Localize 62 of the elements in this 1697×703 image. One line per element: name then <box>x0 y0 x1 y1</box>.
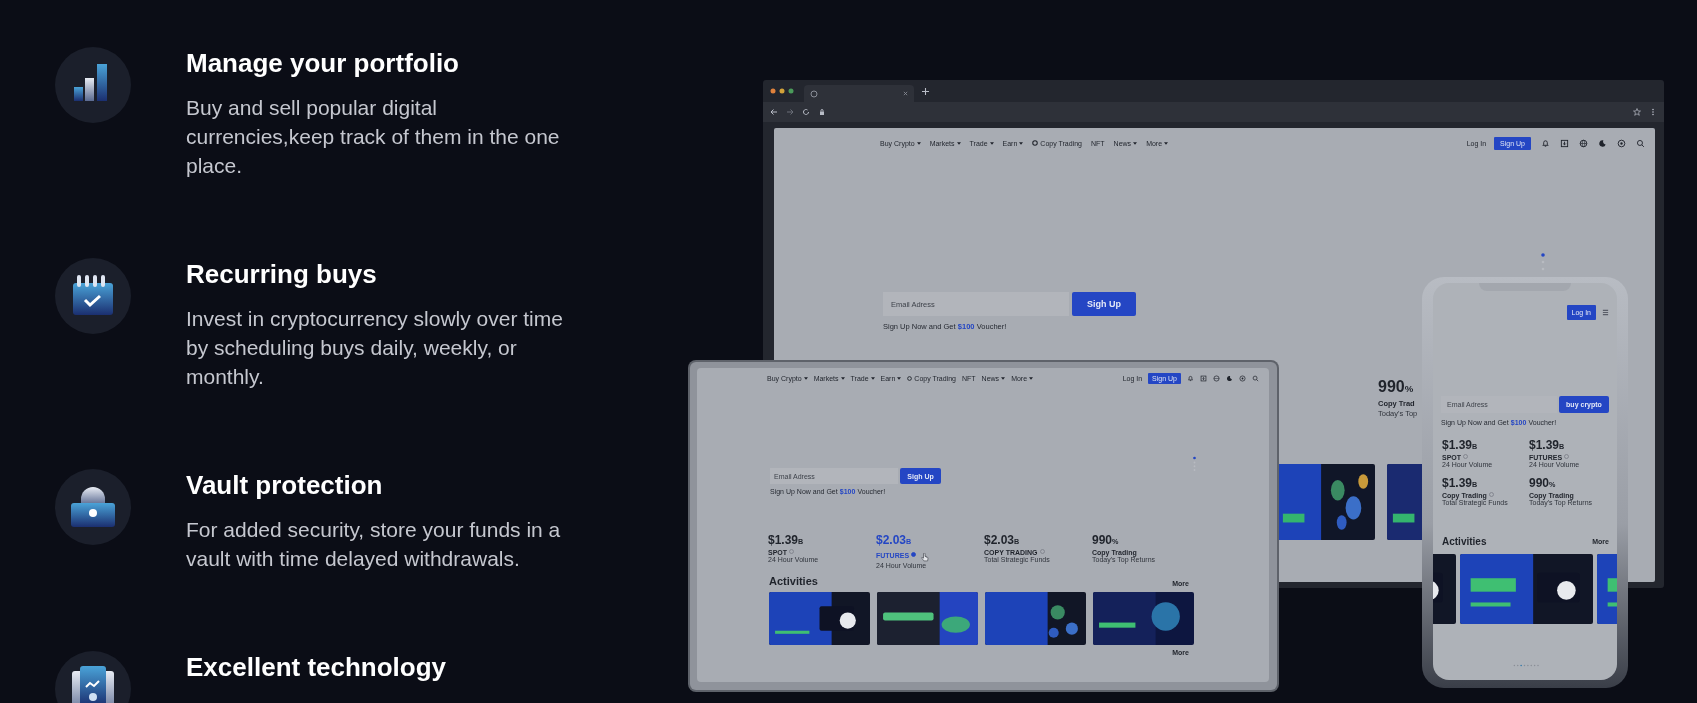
caret-icon <box>1029 376 1034 380</box>
feature-title: Vault protection <box>186 469 384 501</box>
caret-icon <box>1001 376 1006 380</box>
bar-chart-icon <box>55 47 131 123</box>
close-icon[interactable] <box>903 91 908 96</box>
calendar-check-icon <box>55 258 131 334</box>
feature-title: Excellent technology <box>186 651 447 683</box>
stat-value: $1.39 <box>768 533 799 547</box>
caret-icon <box>803 376 808 380</box>
copy-icon <box>1032 140 1039 146</box>
menu-icon[interactable] <box>1649 108 1657 116</box>
caret-icon <box>1133 141 1138 145</box>
feature-description: Invest in cryptocurrency slowly over time by scheduling buys daily, weekly, or monthly. <box>186 306 564 390</box>
download-icon[interactable] <box>1200 374 1207 382</box>
stat-value: 990 <box>1378 378 1405 396</box>
section-title: Activities <box>1442 536 1487 547</box>
search-icon[interactable] <box>1636 138 1645 148</box>
hand-cursor-icon <box>921 553 930 562</box>
caret-icon <box>897 376 902 380</box>
feature-title: Recurring buys <box>186 258 378 290</box>
stat-value: $1.39 <box>1529 438 1560 452</box>
stat-value: $1.39 <box>1442 476 1473 490</box>
caret-icon <box>1164 141 1169 145</box>
caret-icon <box>840 376 845 380</box>
bell-icon[interactable] <box>1187 374 1194 382</box>
stat-value: 990 <box>1529 476 1550 490</box>
forward-icon[interactable] <box>786 108 794 116</box>
caret-icon <box>956 141 961 145</box>
lock-icon <box>818 108 826 116</box>
feature-description: Buy and sell popular digital currencies,keep track of them in the one place. <box>186 95 561 179</box>
search-icon[interactable] <box>1252 374 1259 382</box>
globe-icon <box>810 89 818 98</box>
bell-icon[interactable] <box>1541 138 1550 148</box>
info-icon[interactable] <box>911 552 917 557</box>
caret-icon <box>1019 141 1024 145</box>
copy-icon <box>907 375 913 381</box>
theme-icon[interactable] <box>1598 138 1607 148</box>
caret-icon <box>870 376 875 380</box>
download-icon[interactable] <box>1560 138 1569 148</box>
theme-icon[interactable] <box>1226 374 1233 382</box>
stat-value: $2.03 <box>984 533 1015 547</box>
reload-icon[interactable] <box>802 108 810 116</box>
menu-icon[interactable] <box>1602 309 1609 316</box>
back-icon[interactable] <box>770 108 778 116</box>
new-tab-icon[interactable] <box>922 87 929 95</box>
settings-icon[interactable] <box>1239 374 1246 382</box>
section-title: Activities <box>769 575 818 587</box>
feature-description: For added security, store your funds in a vault with time delayed withdrawals. <box>186 517 562 572</box>
caret-icon <box>916 141 921 145</box>
stat-unit: % <box>1404 383 1414 394</box>
globe-icon[interactable] <box>1213 374 1220 382</box>
stat-value: $2.03 <box>876 533 907 547</box>
stat-value: $1.39 <box>1442 438 1473 452</box>
stat-value: 990 <box>1092 533 1113 547</box>
lock-icon <box>55 469 131 545</box>
window-controls-icon[interactable] <box>770 88 796 94</box>
star-icon[interactable] <box>1633 108 1641 116</box>
settings-icon[interactable] <box>1617 138 1626 148</box>
caret-icon <box>989 141 994 145</box>
feature-title: Manage your portfolio <box>186 47 460 79</box>
signup-button[interactable]: Sigh Up <box>1072 292 1136 316</box>
globe-icon[interactable] <box>1579 138 1588 148</box>
